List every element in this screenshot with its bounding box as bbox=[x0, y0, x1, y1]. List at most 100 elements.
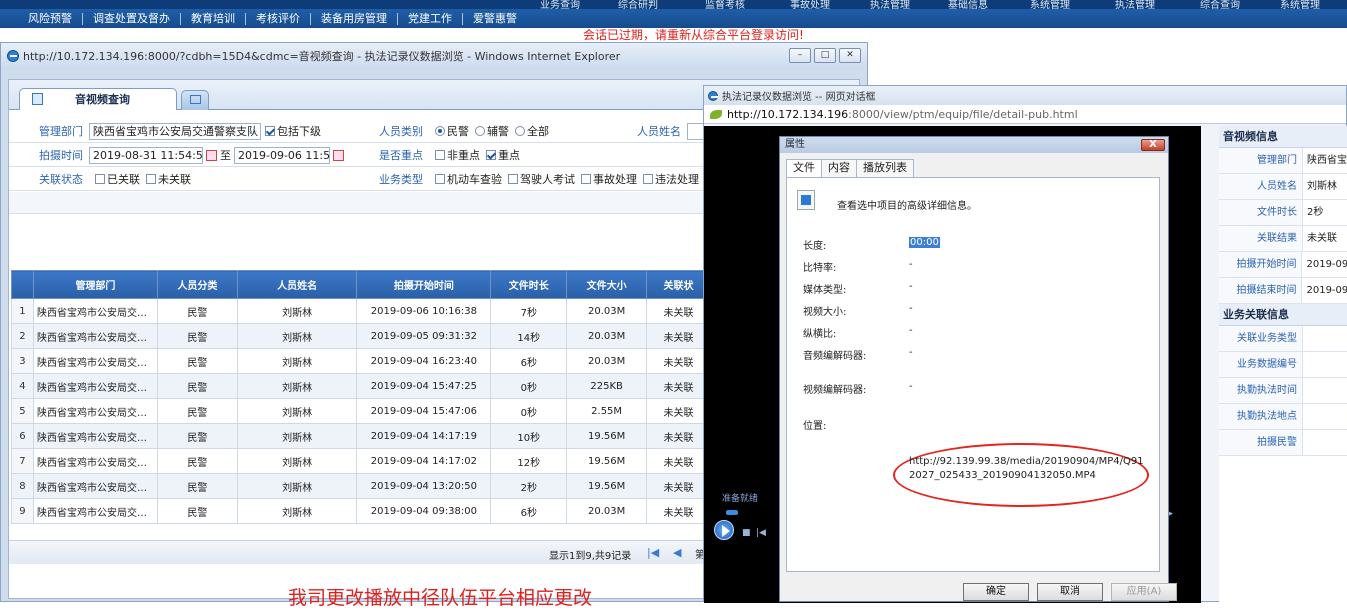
biz-row: 执勤执法时间 bbox=[1219, 378, 1347, 404]
calendar-icon[interactable] bbox=[206, 149, 217, 161]
biz-vehicle-checkbox[interactable] bbox=[435, 174, 445, 184]
cell-size: 19.56M bbox=[566, 448, 648, 474]
table-row[interactable]: 7 陕西省宝鸡市公安局交… 民警 刘斯林 2019-09-04 14:17:02 12秒 1… bbox=[11, 448, 711, 474]
col-size[interactable]: 文件大小 bbox=[566, 270, 648, 299]
cell-name: 刘斯林 bbox=[236, 398, 358, 424]
col-index bbox=[11, 270, 34, 299]
dialog-title-bar: 执法记录仪数据浏览 -- 网页对话框 bbox=[704, 86, 1346, 105]
radio-aux[interactable] bbox=[475, 126, 485, 136]
cell-link: 未关联 bbox=[646, 373, 711, 399]
location-label: 位置: bbox=[803, 421, 827, 432]
top-menu-item[interactable]: 事故处理 bbox=[790, 0, 830, 9]
cell-duration: 10秒 bbox=[490, 423, 568, 449]
table-row[interactable]: 6 陕西省宝鸡市公安局交… 民警 刘斯林 2019-09-04 14:17:19 10秒 1… bbox=[11, 423, 711, 449]
ie-logo-icon bbox=[7, 50, 19, 62]
tab-playlist[interactable]: 播放列表 bbox=[856, 159, 914, 177]
cell-type: 民警 bbox=[156, 398, 238, 424]
nav-item-investigation[interactable]: 调查处置及督办 bbox=[83, 12, 181, 25]
top-menu-item[interactable]: 监督考核 bbox=[705, 0, 745, 9]
top-menu-item[interactable]: 综合查询 bbox=[1200, 0, 1240, 9]
nav-item-evaluation[interactable]: 考核评价 bbox=[246, 12, 311, 25]
nav-item-training[interactable]: 教育培训 bbox=[181, 12, 246, 25]
radio-all-label: 全部 bbox=[527, 125, 549, 138]
top-menu-item[interactable]: 系统管理 bbox=[1280, 0, 1320, 9]
tab-file[interactable]: 文件 bbox=[786, 159, 822, 177]
close-button[interactable]: X bbox=[1141, 139, 1165, 151]
table-row[interactable]: 3 陕西省宝鸡市公安局交… 民警 刘斯林 2019-09-04 16:23:40 6秒 20… bbox=[11, 348, 711, 374]
info-key: 管理部门 bbox=[1219, 148, 1303, 173]
prop-length-value[interactable]: 00:00 bbox=[909, 237, 940, 248]
prop-value: - bbox=[909, 347, 913, 358]
first-page-icon[interactable]: |◀ bbox=[647, 546, 659, 559]
seek-bar-thumb[interactable] bbox=[726, 510, 738, 515]
prop-key: 长度: bbox=[803, 241, 827, 252]
cancel-button[interactable]: 取消 bbox=[1037, 583, 1103, 601]
nav-item-welfare[interactable]: 爱警惠警 bbox=[463, 12, 527, 25]
nav-item-party[interactable]: 党建工作 bbox=[398, 12, 463, 25]
dialog-buttons: 确定 取消 应用(A) bbox=[963, 583, 1177, 601]
ok-button[interactable]: 确定 bbox=[963, 583, 1029, 601]
table-row[interactable]: 9 陕西省宝鸡市公安局交… 民警 刘斯林 2019-09-04 09:38:00 6秒 20… bbox=[11, 498, 711, 524]
nonkey-checkbox[interactable] bbox=[435, 150, 445, 160]
include-sub-checkbox[interactable] bbox=[265, 126, 275, 136]
prev-page-icon[interactable]: ◀ bbox=[673, 546, 681, 559]
cell-dept: 陕西省宝鸡市公安局交… bbox=[32, 298, 158, 324]
biz-header: 业务关联信息 bbox=[1219, 304, 1347, 326]
top-menu-item[interactable]: 综合研判 bbox=[618, 0, 658, 9]
unlinked-checkbox[interactable] bbox=[146, 174, 156, 184]
session-expired-message: 会话已过期，请重新从综合平台登录访问! bbox=[583, 28, 804, 42]
radio-all[interactable] bbox=[515, 126, 525, 136]
top-menu-item[interactable]: 系统管理 bbox=[1030, 0, 1070, 9]
prop-value: - bbox=[909, 303, 913, 314]
col-start-time[interactable]: 拍摄开始时间 bbox=[356, 270, 492, 299]
dept-select[interactable]: 陕西省宝鸡市公安局交通警察支队 ⌵ bbox=[89, 122, 261, 140]
address-bar[interactable]: http://10.172.134.196:8000/view/ptm/equi… bbox=[704, 105, 1346, 124]
biz-violation-checkbox[interactable] bbox=[643, 174, 653, 184]
col-duration[interactable]: 文件时长 bbox=[490, 270, 568, 299]
biz-accident-checkbox[interactable] bbox=[581, 174, 591, 184]
cell-duration: 0秒 bbox=[490, 373, 568, 399]
minimize-button[interactable]: – bbox=[789, 48, 811, 63]
col-person-type[interactable]: 人员分类 bbox=[156, 270, 238, 299]
table-row[interactable]: 1 陕西省宝鸡市公安局交… 民警 刘斯林 2019-09-06 10:16:38 7秒 20… bbox=[11, 298, 711, 324]
cell-size: 20.03M bbox=[566, 298, 648, 324]
cell-link: 未关联 bbox=[646, 398, 711, 424]
info-value: 2019-09 bbox=[1306, 285, 1347, 296]
col-person-name[interactable]: 人员姓名 bbox=[236, 270, 358, 299]
biz-value bbox=[1303, 378, 1307, 403]
biz-exam-checkbox[interactable] bbox=[508, 174, 518, 184]
cell-name: 刘斯林 bbox=[236, 348, 358, 374]
info-row: 人员姓名 刘斯林 bbox=[1219, 174, 1347, 200]
radio-police[interactable] bbox=[435, 126, 445, 136]
cell-time: 2019-09-04 13:20:50 bbox=[356, 473, 492, 499]
linked-checkbox[interactable] bbox=[95, 174, 105, 184]
col-link[interactable]: 关联状 bbox=[646, 270, 711, 299]
top-menu-item[interactable]: 执法管理 bbox=[1115, 0, 1155, 9]
tab-secondary[interactable] bbox=[181, 90, 209, 110]
biz-exam-label: 驾驶人考试 bbox=[520, 173, 575, 186]
apply-button[interactable]: 应用(A) bbox=[1111, 583, 1177, 601]
cell-link: 未关联 bbox=[646, 323, 711, 349]
tab-content[interactable]: 内容 bbox=[821, 159, 857, 177]
table-row[interactable]: 2 陕西省宝鸡市公安局交… 民警 刘斯林 2019-09-05 09:31:32 14秒 2… bbox=[11, 323, 711, 349]
table-row[interactable]: 5 陕西省宝鸡市公安局交… 民警 刘斯林 2019-09-04 15:47:06 0秒 2.… bbox=[11, 398, 711, 424]
cell-link: 未关联 bbox=[646, 298, 711, 324]
nav-item-risk-warning[interactable]: 风险预警 bbox=[18, 12, 83, 25]
top-menu-item[interactable]: 执法管理 bbox=[870, 0, 910, 9]
col-dept[interactable]: 管理部门 bbox=[32, 270, 158, 299]
info-row: 管理部门 陕西省宝 bbox=[1219, 148, 1347, 174]
key-checkbox[interactable] bbox=[486, 150, 496, 160]
tab-av-query[interactable]: 音视频查询 bbox=[19, 88, 177, 110]
prev-icon[interactable]: |◀ bbox=[756, 528, 766, 538]
play-button[interactable] bbox=[714, 520, 734, 540]
stop-icon[interactable]: ■ bbox=[742, 528, 751, 538]
time-from-input[interactable]: 2019-08-31 11:54:5 bbox=[89, 146, 203, 164]
close-button[interactable]: ✕ bbox=[839, 48, 861, 63]
dept-select-value: 陕西省宝鸡市公安局交通警察支队 bbox=[93, 124, 258, 138]
top-menu-item[interactable]: 基础信息 bbox=[948, 0, 988, 9]
nav-item-equipment[interactable]: 装备用房管理 bbox=[311, 12, 398, 25]
table-row[interactable]: 4 陕西省宝鸡市公安局交… 民警 刘斯林 2019-09-04 15:47:25 0秒 22… bbox=[11, 373, 711, 399]
table-row[interactable]: 8 陕西省宝鸡市公安局交… 民警 刘斯林 2019-09-04 13:20:50 2秒 19… bbox=[11, 473, 711, 499]
maximize-button[interactable]: □ bbox=[814, 48, 836, 63]
top-menu-item[interactable]: 业务查询 bbox=[540, 0, 580, 9]
